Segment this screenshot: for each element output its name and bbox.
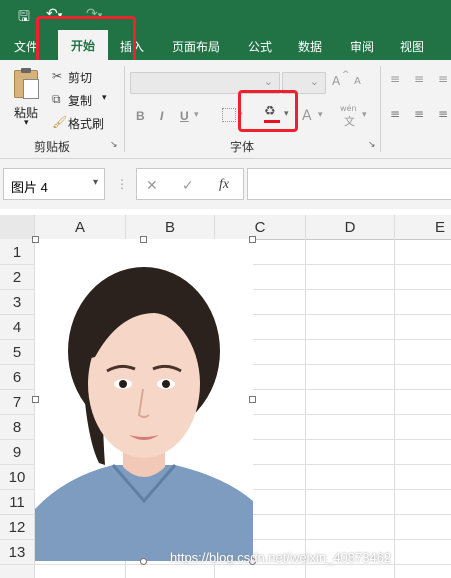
format-painter-button[interactable]: 格式刷 [68,115,104,132]
chevron-down-icon[interactable]: ▾ [93,177,98,188]
row-header-13[interactable]: 13 [0,540,34,565]
grid-line [394,215,395,578]
font-launcher-icon[interactable]: ↘ [368,140,376,150]
chevron-down-icon: ⌄ [263,76,273,88]
cancel-button[interactable]: ✕ [146,177,158,194]
bold-button[interactable]: B [136,109,145,123]
row-header-8[interactable]: 8 [0,415,34,440]
copy-dropdown-icon[interactable]: ▾ [102,93,107,103]
column-header-c[interactable]: C [215,215,305,239]
more-options-icon: ⋮ [116,177,128,191]
row-header-5[interactable]: 5 [0,340,34,365]
align-center-icon[interactable]: ≡ [414,107,424,121]
resize-handle-ne[interactable] [249,236,256,243]
row-header-4[interactable]: 4 [0,315,34,340]
italic-button[interactable]: I [160,109,163,123]
chevron-down-icon: ⌄ [309,76,319,88]
format-painter-icon: 🖌 [52,115,68,129]
resize-handle-s[interactable] [140,558,147,565]
copy-button[interactable]: 复制 [68,92,92,109]
border-icon[interactable] [222,108,236,122]
watermark: https://blog.csdn.net/weixin_40873462 [170,550,392,565]
grid-line [305,215,306,578]
align-bottom-icon[interactable]: ≡ [438,72,448,86]
row-header-3[interactable]: 3 [0,290,34,315]
row-header-7[interactable]: 7 [0,390,34,415]
tab-view[interactable]: 视图 [400,38,424,55]
underline-button[interactable]: U [180,109,189,123]
phonetic-char: 文 [344,115,355,128]
insert-function-button[interactable]: fx [219,177,229,193]
select-all-corner[interactable] [0,215,34,239]
row-header-2[interactable]: 2 [0,265,34,290]
align-left-icon[interactable]: ≡ [390,107,400,121]
resize-handle-w[interactable] [32,396,39,403]
clipboard-group-label: 剪贴板 [34,140,71,154]
name-box[interactable]: 图片 4 ▾ [3,168,105,200]
tab-formulas[interactable]: 公式 [248,38,272,55]
portrait-photo[interactable] [35,239,253,561]
shrink-font-button[interactable]: A [354,76,361,87]
group-divider [124,66,125,152]
save-icon[interactable]: 🖫 [18,6,30,30]
phonetic-dropdown-icon[interactable]: ▾ [362,110,367,120]
resize-handle-nw[interactable] [32,236,39,243]
cut-button[interactable]: 剪切 [68,69,92,86]
copy-icon: ⧉ [52,92,61,106]
tab-file[interactable]: 文件 [14,38,38,55]
underline-dropdown-icon[interactable]: ▾ [194,110,199,120]
align-middle-icon[interactable]: ≡ [414,72,424,86]
group-divider [380,66,381,152]
column-header-e[interactable]: E [395,215,451,239]
column-header-d[interactable]: D [306,215,394,239]
tab-data[interactable]: 数据 [298,38,322,55]
row-header-9[interactable]: 9 [0,440,34,465]
grow-arrow-icon: ^ [342,70,350,80]
tab-review[interactable]: 审阅 [350,38,374,55]
scissors-icon: ✂ [52,69,63,83]
align-right-icon[interactable]: ≡ [438,107,448,121]
font-color-button[interactable]: A [302,108,312,124]
clipboard-launcher-icon[interactable]: ↘ [110,140,118,150]
paste-button[interactable]: 粘贴 ▾ [10,68,46,130]
clipboard-icon [14,68,39,99]
align-top-icon[interactable]: ≡ [390,72,400,86]
column-header-a[interactable]: A [35,215,125,239]
formula-input[interactable] [247,168,451,200]
row-header-12[interactable]: 12 [0,515,34,540]
grow-font-button[interactable]: A [332,74,340,88]
enter-button[interactable]: ✓ [182,177,194,194]
resize-handle-n[interactable] [140,236,147,243]
row-header-6[interactable]: 6 [0,365,34,390]
row-header-10[interactable]: 10 [0,465,34,490]
row-header-11[interactable]: 11 [0,490,34,515]
paste-dropdown-icon[interactable]: ▾ [24,118,29,128]
resize-handle-e[interactable] [249,396,256,403]
phonetic-button[interactable]: wén [340,104,357,113]
tab-page-layout[interactable]: 页面布局 [172,38,220,55]
font-color-dropdown-icon[interactable]: ▾ [318,110,323,120]
font-group-label: 字体 [230,140,255,154]
fill-color-highlight [238,90,298,132]
name-box-value: 图片 4 [11,180,48,195]
row-header-1[interactable]: 1 [0,240,34,265]
